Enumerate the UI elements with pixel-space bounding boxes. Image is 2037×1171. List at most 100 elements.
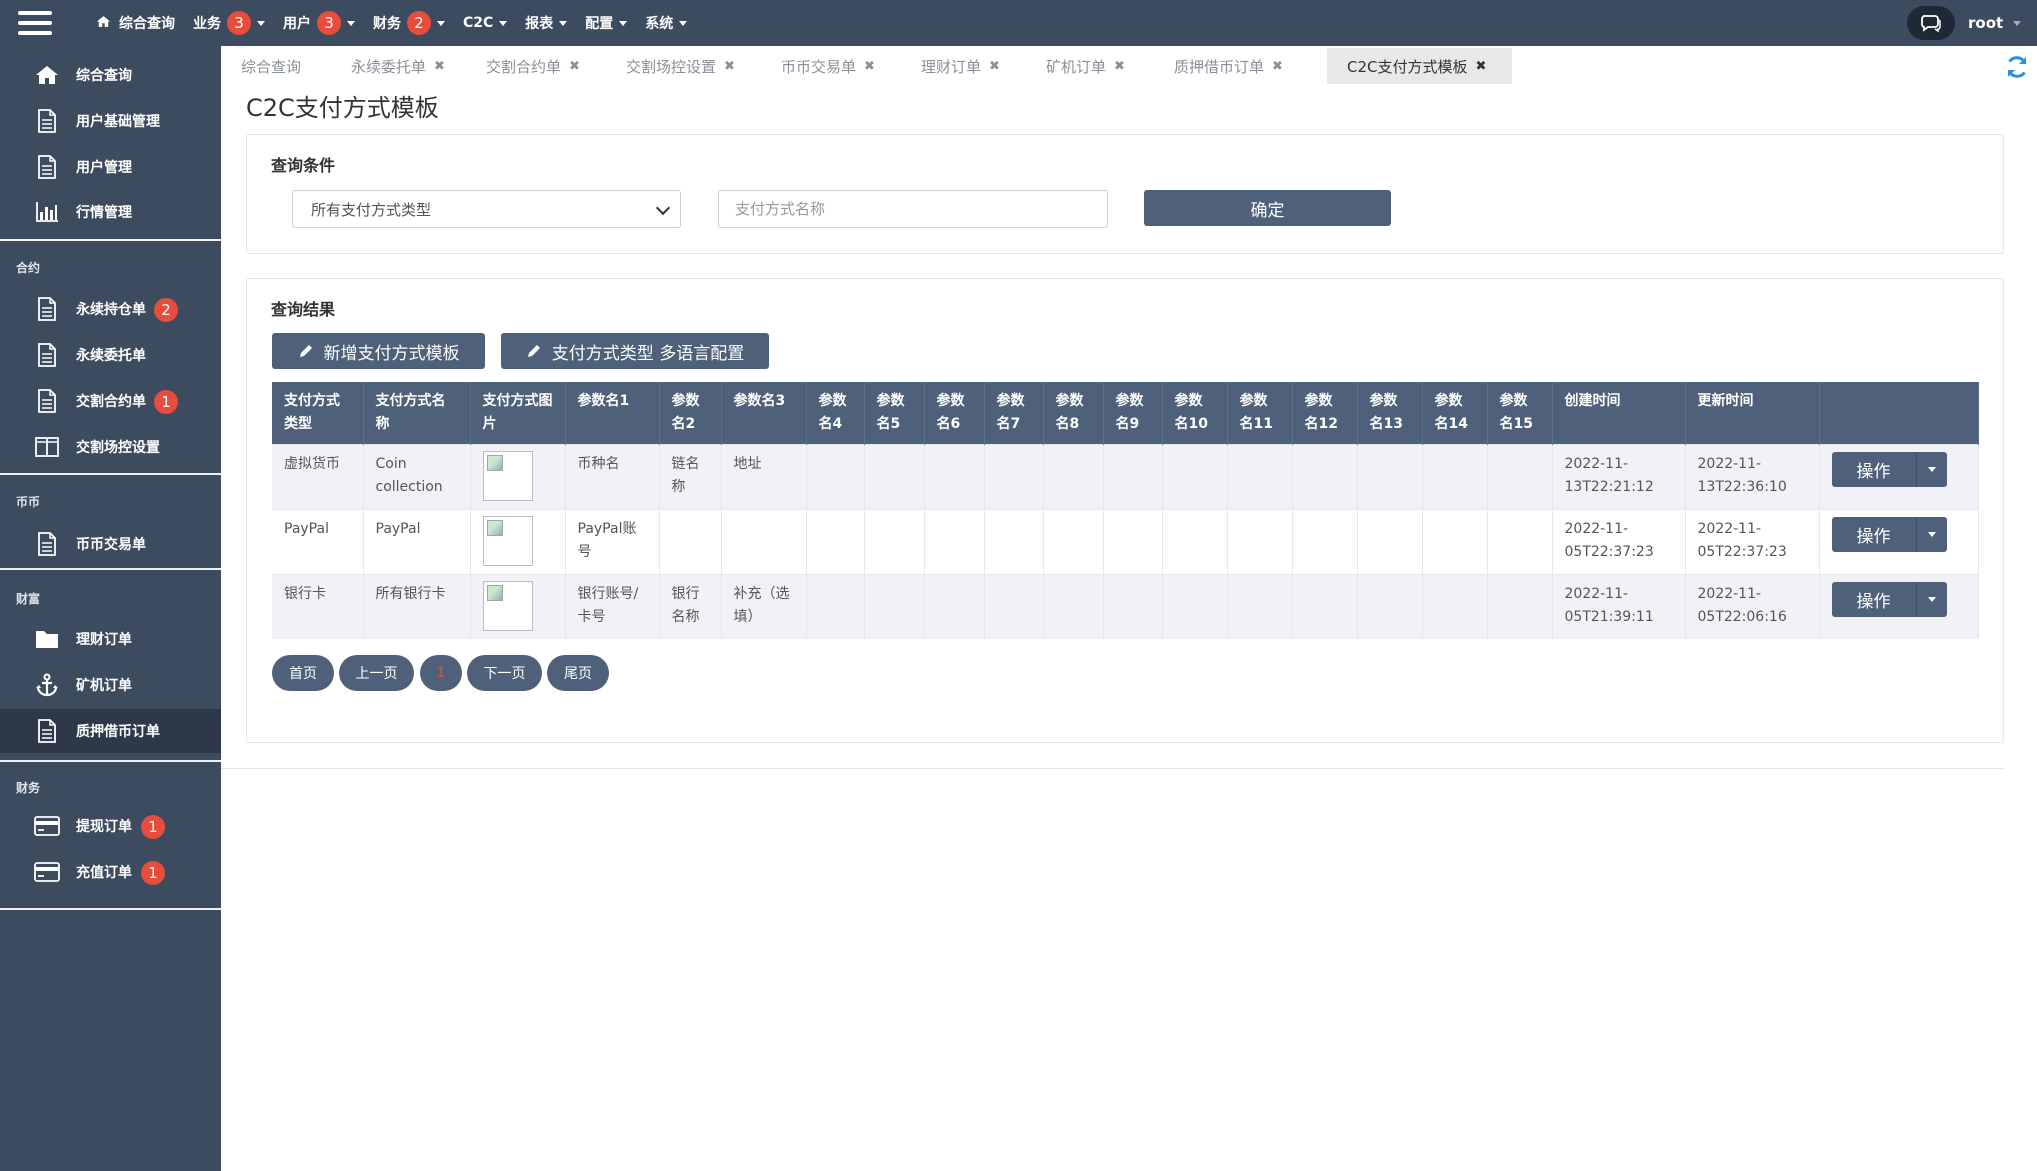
caret-down-icon <box>2013 20 2022 26</box>
bar-chart-icon <box>34 200 60 224</box>
payment-type-cell: 虚拟货币 <box>272 444 364 510</box>
sidebar-item-4[interactable]: 永续持仓单 2 <box>0 287 221 331</box>
column-header: 参数名15 <box>1487 382 1553 445</box>
param9-cell <box>1103 444 1163 510</box>
operation-dropdown-toggle[interactable] <box>1915 452 1947 487</box>
document-icon <box>34 532 60 556</box>
sidebar-item-3[interactable]: 行情管理 <box>0 190 221 234</box>
pencil-icon <box>526 343 542 359</box>
sidebar-item-label: 提现订单 <box>76 819 132 835</box>
add-template-button[interactable]: 新增支付方式模板 <box>272 333 485 369</box>
param5-cell <box>864 444 925 510</box>
sidebar-group-label: 财务 <box>16 781 41 795</box>
tab-6[interactable]: 矿机订单 ✖ <box>1026 48 1145 84</box>
column-header: 参数名11 <box>1227 382 1293 445</box>
column-header: 支付方式类型 <box>272 382 364 445</box>
created-time-cell: 2022-11-05T21:39:11 <box>1552 574 1686 639</box>
sidebar-item-8[interactable]: 币币交易单 <box>0 522 221 566</box>
column-header <box>1819 382 1979 445</box>
count-badge: 1 <box>141 861 165 885</box>
operations-cell: 操作 <box>1819 574 1979 639</box>
topnav-item-1[interactable]: 业务 3 <box>193 11 265 35</box>
hamburger-menu-icon[interactable] <box>18 8 52 38</box>
close-icon[interactable]: ✖ <box>1476 59 1487 74</box>
tab-4[interactable]: 币币交易单 ✖ <box>761 48 895 84</box>
tab-1[interactable]: 永续委托单 ✖ <box>331 48 465 84</box>
close-icon[interactable]: ✖ <box>864 59 875 74</box>
topnav-item-2[interactable]: 用户 3 <box>283 11 355 35</box>
sidebar-item-11[interactable]: 质押借币订单 <box>0 709 221 753</box>
sidebar-item-label: 用户基础管理 <box>76 114 160 130</box>
pagination-last-button[interactable]: 尾页 <box>547 655 609 691</box>
topnav-item-5[interactable]: 报表 <box>525 13 568 33</box>
close-icon[interactable]: ✖ <box>724 59 735 74</box>
topnav-item-6[interactable]: 配置 <box>585 13 628 33</box>
operation-button-group: 操作 <box>1831 582 1966 617</box>
sidebar-item-12[interactable]: 提现订单 1 <box>0 804 221 848</box>
columns-icon <box>34 435 60 459</box>
operation-dropdown-toggle[interactable] <box>1915 517 1947 552</box>
refresh-icon[interactable] <box>2004 54 2030 80</box>
param9-cell <box>1103 509 1163 575</box>
topnav-item-7[interactable]: 系统 <box>645 13 688 33</box>
tab-2[interactable]: 交割合约单 ✖ <box>466 48 600 84</box>
sidebar-item-5[interactable]: 永续委托单 <box>0 333 221 377</box>
topnav-item-3[interactable]: 财务 2 <box>373 11 445 35</box>
tab-5[interactable]: 理财订单 ✖ <box>901 48 1020 84</box>
param4-cell <box>806 509 865 575</box>
sidebar-item-1[interactable]: 用户基础管理 <box>0 99 221 143</box>
param15-cell <box>1487 444 1553 510</box>
close-icon[interactable]: ✖ <box>434 59 445 74</box>
sidebar-item-2[interactable]: 用户管理 <box>0 145 221 189</box>
close-icon[interactable]: ✖ <box>569 59 580 74</box>
sidebar-item-label: 币币交易单 <box>76 537 146 553</box>
pagination-next-button[interactable]: 下一页 <box>467 655 542 691</box>
sidebar-item-label: 行情管理 <box>76 205 132 221</box>
pencil-icon <box>298 343 314 359</box>
pagination-current-page[interactable]: 1 <box>420 655 462 691</box>
sidebar-item-6[interactable]: 交割合约单 1 <box>0 379 221 423</box>
count-badge: 2 <box>407 11 431 35</box>
payment-type-select[interactable]: 所有支付方式类型 <box>292 190 681 228</box>
confirm-button[interactable]: 确定 <box>1144 190 1391 226</box>
sidebar-item-9[interactable]: 理财订单 <box>0 617 221 661</box>
operation-button[interactable]: 操作 <box>1831 452 1916 487</box>
updated-time-cell: 2022-11-05T22:37:23 <box>1685 509 1820 575</box>
column-header: 更新时间 <box>1685 382 1820 445</box>
column-header: 参数名4 <box>806 382 865 445</box>
tab-7[interactable]: 质押借币订单 ✖ <box>1154 48 1303 84</box>
column-header: 参数名6 <box>924 382 985 445</box>
sidebar-divider <box>0 473 221 475</box>
caret-down-icon <box>679 20 688 26</box>
param11-cell <box>1227 509 1293 575</box>
tab-3[interactable]: 交割场控设置 ✖ <box>606 48 755 84</box>
param10-cell <box>1162 509 1228 575</box>
document-icon <box>34 155 60 179</box>
close-icon[interactable]: ✖ <box>989 59 1000 74</box>
topnav-item-0[interactable]: 综合查询 <box>96 13 175 33</box>
pagination-prev-button[interactable]: 上一页 <box>339 655 414 691</box>
sidebar-item-10[interactable]: 矿机订单 <box>0 663 221 707</box>
operation-button[interactable]: 操作 <box>1831 582 1916 617</box>
tab-8[interactable]: C2C支付方式模板 ✖ <box>1327 48 1512 84</box>
close-icon[interactable]: ✖ <box>1114 59 1125 74</box>
topnav-item-4[interactable]: C2C <box>463 15 508 31</box>
sidebar-item-0[interactable]: 综合查询 <box>0 53 221 97</box>
i18n-config-button[interactable]: 支付方式类型 多语言配置 <box>501 333 769 369</box>
operations-cell: 操作 <box>1819 509 1979 575</box>
column-header: 参数名1 <box>565 382 660 445</box>
tab-0[interactable]: 综合查询 <box>221 48 321 84</box>
sidebar-item-7[interactable]: 交割场控设置 <box>0 425 221 469</box>
operation-dropdown-toggle[interactable] <box>1915 582 1947 617</box>
chat-icon[interactable] <box>1907 6 1955 40</box>
operation-button[interactable]: 操作 <box>1831 517 1916 552</box>
user-menu[interactable]: root <box>1968 0 2022 46</box>
updated-time-cell: 2022-11-13T22:36:10 <box>1685 444 1820 510</box>
pagination-first-button[interactable]: 首页 <box>272 655 334 691</box>
payment-name-input[interactable] <box>718 190 1108 228</box>
close-icon[interactable]: ✖ <box>1272 59 1283 74</box>
param11-cell <box>1227 444 1293 510</box>
sidebar-item-13[interactable]: 充值订单 1 <box>0 850 221 894</box>
sidebar-item-label: 永续持仓单 <box>76 302 146 318</box>
column-header: 参数名10 <box>1162 382 1228 445</box>
